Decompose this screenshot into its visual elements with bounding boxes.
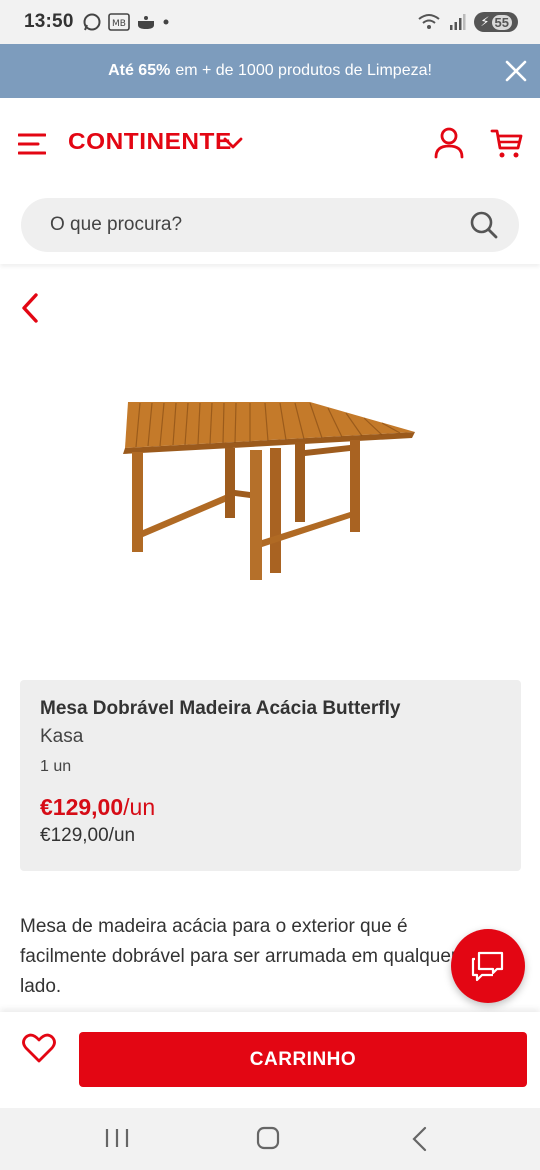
product-description: Mesa de madeira acácia para o exterior q…: [20, 916, 458, 997]
signal-icon: [450, 14, 466, 30]
battery-level: 55: [491, 14, 512, 30]
multibanco-icon: MB: [107, 13, 130, 31]
status-time: 13:50: [24, 11, 74, 32]
product-image: [123, 402, 415, 580]
back-arrow-icon[interactable]: [16, 290, 46, 326]
promo-highlight: Até 65%: [108, 62, 171, 79]
search-section: [0, 190, 540, 264]
action-bar: CARRINHO: [0, 1012, 540, 1108]
dot-icon: [163, 19, 169, 25]
system-nav-bar: [0, 1108, 540, 1170]
price-value: €129,00: [40, 794, 124, 820]
nav-back-icon[interactable]: [408, 1126, 432, 1152]
home-icon[interactable]: [256, 1126, 280, 1150]
search-icon[interactable]: [469, 210, 499, 240]
menu-icon[interactable]: [18, 132, 46, 156]
price-suffix: /un: [123, 794, 156, 820]
search-input[interactable]: [50, 214, 469, 236]
recent-apps-icon[interactable]: [104, 1127, 130, 1149]
chevron-down-icon[interactable]: [222, 134, 244, 152]
product-info-card: Mesa Dobrável Madeira Acácia Butterfly K…: [20, 680, 521, 871]
unit-price: €129,00/un: [40, 825, 136, 846]
notification-icons: MB: [82, 12, 170, 32]
battery-icon: ⚡ 55: [474, 12, 518, 32]
cooking-pot-icon: [137, 16, 154, 29]
product-price: €129,00/un: [40, 794, 501, 821]
header: CONTINENTE: [0, 98, 540, 190]
add-to-cart-button[interactable]: CARRINHO: [79, 1032, 527, 1087]
svg-text:MB: MB: [112, 19, 126, 29]
product-brand[interactable]: Kasa: [40, 726, 501, 748]
chat-icon: [471, 951, 504, 982]
brand-logo[interactable]: CONTINENTE: [68, 128, 232, 155]
promo-text: em + de 1000 produtos de Limpeza!: [175, 62, 432, 79]
whatsapp-icon: [83, 13, 101, 31]
status-bar: 13:50 MB ⚡ 55: [0, 0, 540, 44]
product-quantity: 1 un: [40, 758, 72, 775]
search-bar[interactable]: [21, 198, 519, 252]
product-title: Mesa Dobrável Madeira Acácia Butterfly: [40, 698, 401, 719]
cart-icon[interactable]: [490, 126, 524, 160]
heart-icon[interactable]: [22, 1032, 56, 1064]
system-icons: ⚡ 55: [418, 12, 518, 32]
wifi-icon: [418, 14, 441, 29]
chat-button[interactable]: [451, 929, 525, 1003]
promo-banner[interactable]: Até 65% em + de 1000 produtos de Limpeza…: [0, 44, 540, 98]
close-icon[interactable]: [502, 57, 530, 85]
user-icon[interactable]: [432, 126, 466, 160]
